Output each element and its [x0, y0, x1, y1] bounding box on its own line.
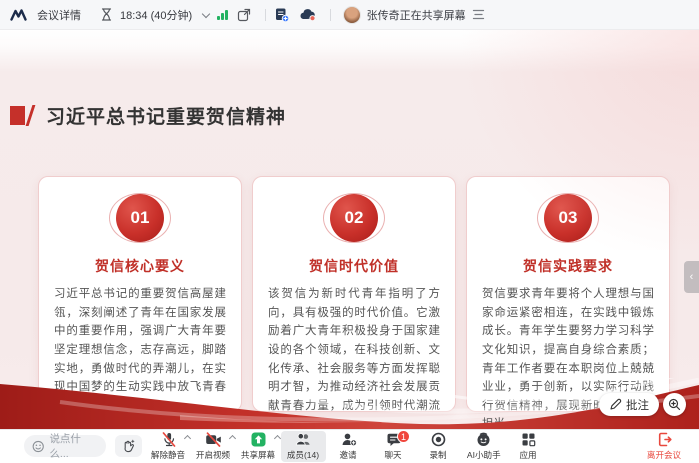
annotate-button[interactable]: 批注 [599, 393, 659, 416]
title-red-slash [26, 105, 36, 126]
record-icon [431, 432, 446, 447]
card-heading: 贺信实践要求 [523, 256, 613, 276]
meeting-window: 会议详情 18:34 (40分钟) 张传奇正在共享屏幕 习近平总书记重要贺信精神 [0, 0, 699, 463]
number-ring: 02 [323, 193, 385, 243]
button-label: 应用 [520, 448, 537, 460]
chat-unread-badge: 1 [397, 430, 410, 443]
number-badge: 01 [116, 194, 164, 242]
divider [330, 9, 331, 21]
new-document-icon[interactable] [274, 7, 289, 22]
card-era-value: 02 贺信时代价值 该贺信为新时代青年指明了方向，具有极强的时代价值。它激励着广… [252, 176, 456, 412]
button-label: 解除静音 [151, 448, 185, 460]
members-icon [295, 432, 312, 447]
ai-assistant-button[interactable]: AI小助手 [461, 431, 506, 462]
camera-off-icon [205, 432, 222, 447]
chevron-down-icon[interactable] [202, 9, 210, 17]
button-label: 共享屏幕 [241, 448, 275, 460]
leave-meeting-icon [657, 432, 672, 447]
number-ring: 01 [109, 193, 171, 243]
card-heading: 贺信核心要义 [95, 256, 185, 276]
toolbar-left-group: 说点什么... [24, 435, 142, 457]
ai-assistant-icon [476, 432, 491, 447]
top-bar: 会议详情 18:34 (40分钟) 张传奇正在共享屏幕 [0, 0, 699, 30]
chat-button[interactable]: 聊天 1 [371, 431, 416, 462]
share-screen-icon [251, 432, 266, 447]
slide-title: 习近平总书记重要贺信精神 [46, 102, 286, 129]
button-label: 离开会议 [647, 448, 681, 460]
bottom-toolbar: 说点什么... 解除静音 开启视频 [0, 429, 699, 463]
button-label: 聊天 [385, 448, 402, 460]
quick-chat-input[interactable]: 说点什么... [24, 435, 106, 457]
divider [265, 9, 266, 21]
shared-screen-area: 习近平总书记重要贺信精神 01 贺信核心要义 习近平总书记的重要贺信高屋建瓴，深… [0, 30, 699, 430]
button-label: 邀请 [340, 448, 357, 460]
chat-placeholder: 说点什么... [49, 431, 98, 461]
number-ring: 03 [537, 193, 599, 243]
hourglass-icon [101, 8, 112, 21]
card-heading: 贺信时代价值 [309, 256, 399, 276]
popout-window-icon[interactable] [237, 8, 251, 22]
meeting-timer[interactable]: 18:34 (40分钟) [120, 7, 192, 23]
zoom-in-button[interactable] [663, 393, 686, 416]
mic-off-icon [161, 432, 177, 447]
apps-button[interactable]: 应用 [506, 431, 551, 462]
tencent-meeting-logo [10, 8, 27, 21]
share-options-chevron[interactable] [274, 435, 281, 442]
presenter-avatar[interactable] [343, 6, 361, 24]
record-button[interactable]: 录制 [416, 431, 461, 462]
signal-strength-icon[interactable] [217, 9, 228, 20]
start-video-button[interactable]: 开启视频 [191, 431, 236, 462]
floating-tools: 批注 [599, 393, 686, 416]
meeting-details-link[interactable]: 会议详情 [37, 7, 81, 23]
members-button[interactable]: 成员(14) [281, 431, 326, 462]
layout-lines-icon[interactable] [472, 9, 485, 20]
annotate-label: 批注 [626, 397, 649, 413]
video-options-chevron[interactable] [229, 435, 236, 442]
button-label: 成员(14) [287, 448, 319, 460]
button-label: AI小助手 [467, 448, 501, 460]
invite-icon [341, 432, 357, 447]
number-badge: 02 [330, 194, 378, 242]
pencil-icon [609, 398, 622, 411]
card-practice-requirements: 03 贺信实践要求 贺信要求青年要将个人理想与国家命运紧密相连，在实践中锻炼成长… [466, 176, 670, 412]
cloud-sync-icon[interactable] [299, 8, 316, 21]
sharing-status-text: 张传奇正在共享屏幕 [367, 7, 466, 23]
number-badge: 03 [544, 194, 592, 242]
toolbar-center-group: 解除静音 开启视频 共享屏幕 成员 [146, 430, 551, 463]
leave-meeting-button[interactable]: 离开会议 [642, 431, 687, 462]
toolbar-right-group: 离开会议 [642, 431, 687, 462]
mute-options-chevron[interactable] [184, 435, 191, 442]
magnifier-plus-icon [668, 398, 681, 411]
collapse-panel-handle[interactable]: ‹ [684, 261, 699, 293]
apps-icon [521, 432, 536, 447]
raise-hand-icon [121, 439, 136, 454]
share-screen-button[interactable]: 共享屏幕 [236, 431, 281, 462]
slide-title-row: 习近平总书记重要贺信精神 [10, 102, 286, 129]
unmute-button[interactable]: 解除静音 [146, 431, 191, 462]
raise-hand-button[interactable] [115, 435, 142, 457]
red-wave-decoration [0, 378, 699, 430]
card-group: 01 贺信核心要义 习近平总书记的重要贺信高屋建瓴，深刻阐述了青年在国家发展中的… [38, 176, 670, 412]
chevron-left-icon: ‹ [690, 271, 694, 283]
button-label: 开启视频 [196, 448, 230, 460]
smiley-icon [32, 440, 44, 453]
title-red-mark [10, 106, 25, 125]
invite-button[interactable]: 邀请 [326, 431, 371, 462]
card-core-meaning: 01 贺信核心要义 习近平总书记的重要贺信高屋建瓴，深刻阐述了青年在国家发展中的… [38, 176, 242, 412]
button-label: 录制 [430, 448, 447, 460]
